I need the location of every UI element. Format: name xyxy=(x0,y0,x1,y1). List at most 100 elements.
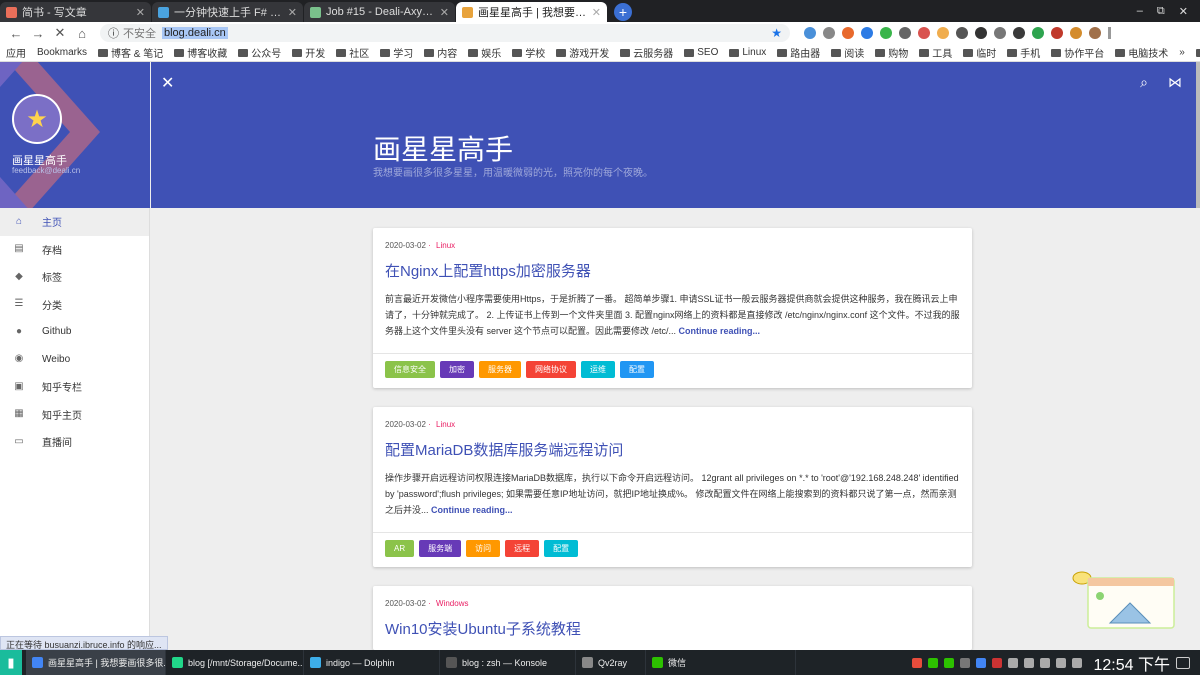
sidebar-item[interactable]: ◆ 标签 xyxy=(0,263,149,291)
extension-icon[interactable] xyxy=(804,27,816,39)
tray-icon[interactable] xyxy=(1023,657,1034,668)
browser-tab[interactable]: Job #15 - Deali-Axy/DealiAxy ✕ xyxy=(304,2,455,22)
extension-icon[interactable] xyxy=(842,27,854,39)
bookmark-item[interactable]: 博客 & 笔记 xyxy=(98,45,163,60)
tag-chip[interactable]: 远程 xyxy=(505,540,540,557)
tag-chip[interactable]: AR xyxy=(385,540,415,557)
bookmark-item[interactable]: 学校 xyxy=(512,45,545,60)
sidebar-item[interactable]: ⌂ 主页 xyxy=(0,208,149,236)
bookmark-item[interactable]: 手机 xyxy=(1007,45,1040,60)
tab-close-icon[interactable]: ✕ xyxy=(288,6,297,19)
bookmark-item[interactable]: 内容 xyxy=(424,45,457,60)
bookmark-item[interactable]: 博客收藏 xyxy=(174,45,227,60)
sidebar-item[interactable]: ☰ 分类 xyxy=(0,291,149,319)
sidebar-item[interactable]: ▣ 知乎专栏 xyxy=(0,373,149,401)
bookmark-item[interactable]: Linux xyxy=(729,47,766,58)
continue-reading-link[interactable]: Continue reading... xyxy=(431,505,513,515)
taskbar-task[interactable]: 微信 xyxy=(646,650,796,675)
scrollbar-thumb[interactable] xyxy=(1196,62,1200,208)
bookmark-item[interactable]: 购物 xyxy=(875,45,908,60)
post-category-link[interactable]: Windows xyxy=(436,599,468,608)
share-icon[interactable]: ⋈ xyxy=(1168,74,1182,91)
bookmark-item[interactable]: SEO xyxy=(684,47,718,58)
bookmark-item[interactable]: 游戏开发 xyxy=(556,45,609,60)
home-button-icon[interactable]: ⌂ xyxy=(72,26,92,41)
extension-icon[interactable] xyxy=(975,27,987,39)
tag-chip[interactable]: 访问 xyxy=(466,540,501,557)
show-desktop-icon[interactable] xyxy=(1176,656,1190,669)
avatar[interactable]: ★ xyxy=(12,94,62,144)
sidebar-item[interactable]: ▦ 知乎主页 xyxy=(0,401,149,429)
bookmark-item[interactable]: 社区 xyxy=(336,45,369,60)
extension-icon[interactable] xyxy=(880,27,892,39)
bookmark-item[interactable]: 应用 xyxy=(6,45,26,60)
tab-close-icon[interactable]: ✕ xyxy=(136,6,145,19)
tag-chip[interactable]: 网络协议 xyxy=(526,361,576,378)
continue-reading-link[interactable]: Continue reading... xyxy=(679,326,761,336)
close-icon[interactable]: ✕ xyxy=(161,73,174,93)
tag-chip[interactable]: 配置 xyxy=(544,540,579,557)
post-title-link[interactable]: 在Nginx上配置https加密服务器 xyxy=(385,260,591,281)
tag-chip[interactable]: 信息安全 xyxy=(385,361,435,378)
bookmark-item[interactable]: 电脑技术 xyxy=(1115,45,1168,60)
bookmark-item[interactable]: 其他书签 xyxy=(1195,45,1200,60)
volume-icon[interactable] xyxy=(1039,657,1050,668)
bookmark-item[interactable]: 娱乐 xyxy=(468,45,501,60)
tag-chip[interactable]: 加密 xyxy=(440,361,474,378)
search-icon[interactable]: ⌕ xyxy=(1140,74,1148,91)
bookmark-item[interactable]: 阅读 xyxy=(831,45,864,60)
address-bar[interactable]: ⓘ 不安全 blog.deali.cn ★ xyxy=(100,24,790,42)
page-scrollbar[interactable] xyxy=(1196,62,1200,637)
info-icon[interactable]: ⓘ xyxy=(108,25,119,41)
tray-icon[interactable] xyxy=(959,657,970,668)
sidebar-item[interactable]: ● Github xyxy=(0,318,149,346)
bookmark-star-icon[interactable]: ★ xyxy=(771,26,782,40)
sidebar-item[interactable]: ▤ 存档 xyxy=(0,236,149,264)
minimize-button[interactable]: – xyxy=(1137,5,1143,18)
post-title-link[interactable]: Win10安装Ubuntu子系统教程 xyxy=(385,618,581,639)
bookmark-item[interactable]: Bookmarks xyxy=(37,47,87,58)
extension-icon[interactable] xyxy=(861,27,873,39)
app-launcher-icon[interactable]: ▮ xyxy=(0,650,22,675)
tray-icon[interactable] xyxy=(1007,657,1018,668)
desktop-sticker-widget[interactable] xyxy=(1070,568,1180,634)
bookmark-item[interactable]: 学习 xyxy=(380,45,413,60)
bookmark-item[interactable]: 云服务器 xyxy=(620,45,673,60)
browser-tab[interactable]: 简书 - 写文章 ✕ xyxy=(0,2,151,22)
extension-icon[interactable] xyxy=(1070,27,1082,39)
taskbar-task[interactable]: Qv2ray xyxy=(576,650,646,675)
bookmark-item[interactable]: » xyxy=(1179,47,1185,58)
post-category-link[interactable]: Linux xyxy=(436,241,455,250)
sidebar-item[interactable]: ▭ 直播间 xyxy=(0,428,149,456)
restore-button[interactable]: ⧉ xyxy=(1157,5,1165,18)
tab-close-icon[interactable]: ✕ xyxy=(440,6,449,19)
tray-icon[interactable] xyxy=(943,657,954,668)
taskbar-task[interactable]: blog : zsh — Konsole xyxy=(440,650,576,675)
extension-icon[interactable] xyxy=(937,27,949,39)
bookmark-item[interactable]: 公众号 xyxy=(238,45,281,60)
extension-icon[interactable] xyxy=(918,27,930,39)
back-icon[interactable]: ← xyxy=(6,26,26,41)
post-category-link[interactable]: Linux xyxy=(436,420,455,429)
forward-icon[interactable]: → xyxy=(28,26,48,41)
profile-avatar-icon[interactable] xyxy=(1089,27,1101,39)
tag-chip[interactable]: 服务器 xyxy=(479,361,521,378)
clock[interactable]: 12:54 下午 xyxy=(1094,651,1171,675)
stop-loading-icon[interactable]: ✕ xyxy=(50,25,70,41)
close-window-button[interactable]: ✕ xyxy=(1179,5,1188,18)
menu-kebab-icon[interactable] xyxy=(1108,27,1111,39)
sidebar-item[interactable]: ◉ Weibo xyxy=(0,346,149,374)
taskbar-task[interactable]: indigo — Dolphin xyxy=(304,650,440,675)
extension-icon[interactable] xyxy=(1032,27,1044,39)
tray-icon[interactable] xyxy=(911,657,922,668)
bookmark-item[interactable]: 工具 xyxy=(919,45,952,60)
extension-icon[interactable] xyxy=(956,27,968,39)
tray-arrow-icon[interactable] xyxy=(1071,657,1082,668)
tag-chip[interactable]: 运维 xyxy=(581,361,615,378)
bookmark-item[interactable]: 开发 xyxy=(292,45,325,60)
tag-chip[interactable]: 服务端 xyxy=(419,540,462,557)
tray-icon[interactable] xyxy=(927,657,938,668)
extension-icon[interactable] xyxy=(1013,27,1025,39)
tab-close-icon[interactable]: ✕ xyxy=(592,6,601,19)
tray-icon[interactable] xyxy=(975,657,986,668)
